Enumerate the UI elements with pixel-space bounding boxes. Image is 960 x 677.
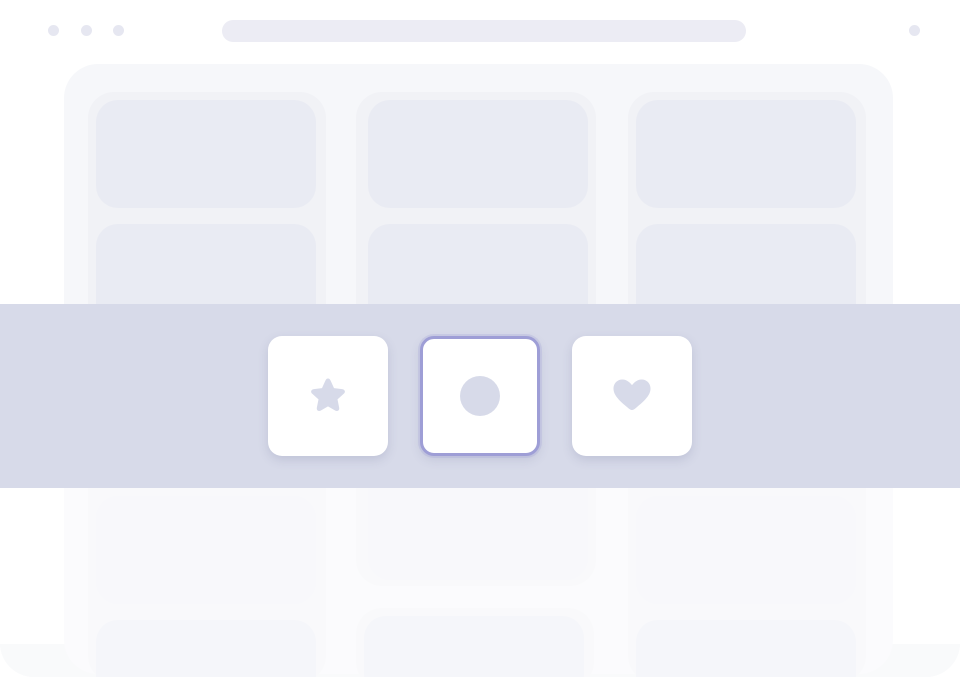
heart-icon bbox=[613, 379, 651, 410]
bottom-fade bbox=[0, 488, 960, 677]
star-icon bbox=[311, 378, 345, 411]
skeleton-card bbox=[636, 100, 856, 208]
skeleton-card bbox=[96, 100, 316, 208]
skeleton-card bbox=[368, 100, 588, 208]
window-control-dot[interactable] bbox=[81, 25, 92, 36]
window-control-dot[interactable] bbox=[113, 25, 124, 36]
circle-icon bbox=[460, 376, 500, 416]
menu-dot-icon[interactable] bbox=[909, 25, 920, 36]
picker-option-heart[interactable] bbox=[572, 336, 692, 456]
address-bar[interactable] bbox=[222, 20, 746, 42]
picker-option-circle[interactable] bbox=[420, 336, 540, 456]
screen bbox=[0, 0, 960, 677]
window-control-dot[interactable] bbox=[48, 25, 59, 36]
picker-option-star[interactable] bbox=[268, 336, 388, 456]
